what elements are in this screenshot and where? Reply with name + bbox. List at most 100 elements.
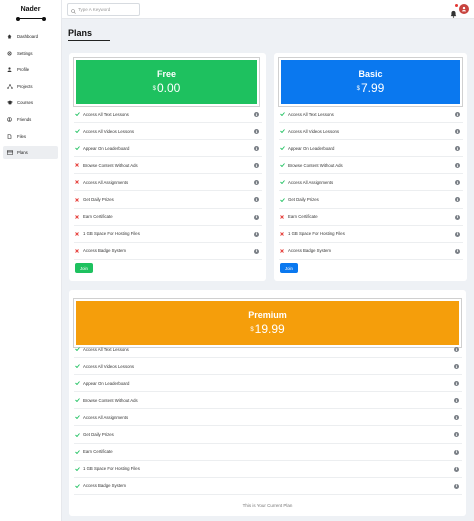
feature-row: Access Badge System i [74,478,462,495]
info-icon[interactable]: i [254,163,259,169]
feature-row: Browse Content Without Ads i [74,392,462,410]
info-icon[interactable]: i [454,381,459,387]
graduation-cap-icon [7,100,15,105]
info-icon[interactable]: i [254,197,259,203]
feature-row: 1 GB Space For Hosting Files i [74,226,262,243]
feature-label: Get Daily Prizes [288,197,319,203]
feature-label: Browse Content Without Ads [83,397,138,403]
info-icon[interactable]: i [454,347,459,352]
sidebar-item-profile[interactable]: Profile [3,63,58,76]
sidebar-item-label: Profile [17,67,30,73]
info-icon[interactable]: i [254,129,259,135]
cross-icon [75,180,83,185]
info-icon[interactable]: i [455,231,460,237]
feature-label: 1 GB Space For Hosting Files [83,231,140,237]
sidebar-item-label: Projects [17,83,33,89]
info-icon[interactable]: i [454,483,459,489]
feature-row: Appear On Leaderboard i [74,140,262,158]
feature-row: Get Daily Prizes i [74,426,462,444]
info-icon[interactable]: i [254,231,259,237]
info-icon[interactable]: i [455,197,460,203]
info-icon[interactable]: i [454,466,459,472]
feature-label: Access All Assignments [288,179,334,185]
sidebar-nav: Dashboard Settings Profile Projects Cour… [0,30,61,160]
info-icon[interactable]: i [454,415,459,421]
info-icon[interactable]: i [454,398,459,404]
info-icon[interactable]: i [455,129,460,135]
info-icon[interactable]: i [455,112,460,117]
check-icon [280,163,288,168]
feature-label: Earn Certificate [288,214,318,220]
feature-label: Access Badge System [288,248,331,254]
info-icon[interactable]: i [254,180,259,186]
sidebar-item-courses[interactable]: Courses [3,96,58,109]
info-icon[interactable]: i [454,432,459,438]
plan-price: $19.99 [250,322,284,337]
feature-label: Access All Text Lessons [83,111,129,117]
join-free-button[interactable]: Join [75,263,93,273]
cross-icon [75,248,83,253]
feature-row: Browse Content Without Ads i [74,157,262,175]
check-icon [75,129,83,134]
user-icon [7,67,15,73]
info-icon[interactable]: i [254,146,259,152]
plan-price: $7.99 [357,81,385,96]
currency-symbol: $ [152,85,156,92]
avatar[interactable] [459,4,469,14]
info-icon[interactable]: i [455,146,460,152]
feature-label: Access All Videos Lessons [83,363,135,369]
feature-label: Access All Assignments [83,179,129,185]
info-icon[interactable]: i [254,112,259,117]
join-basic-button[interactable]: Join [280,263,298,273]
check-icon [75,466,83,471]
check-icon [280,180,288,185]
info-icon[interactable]: i [455,214,460,220]
sidebar-item-label: Dashboard [17,34,39,39]
feature-row: Earn Certificate i [74,209,262,226]
info-icon[interactable]: i [455,163,460,169]
sidebar-item-friends[interactable]: Friends [3,113,58,126]
info-icon[interactable]: i [454,364,459,370]
feature-row: 1 GB Space For Hosting Files i [279,226,463,243]
sidebar-item-plans[interactable]: Plans [3,146,58,160]
feature-label: Access All Videos Lessons [83,128,135,134]
info-icon[interactable]: i [454,449,459,455]
check-icon [75,484,83,488]
sidebar-item-files[interactable]: Files [3,130,58,143]
sidebar-item-dashboard[interactable]: Dashboard [3,30,58,43]
sidebar-item-settings[interactable]: Settings [3,47,58,60]
plan-card-free: Free $0.00 Access All Text Lessons i Acce… [69,53,266,281]
page-title: Plans [68,28,93,38]
friends-icon [7,117,15,122]
cross-icon [280,231,288,236]
info-icon[interactable]: i [254,248,259,254]
search-input[interactable] [78,7,138,12]
file-icon [7,133,15,139]
feature-row: Access All Assignments i [74,174,262,192]
feature-list: Access All Text Lessons i Access All Vide… [74,341,462,495]
check-icon [75,415,83,420]
feature-list: Access All Text Lessons i Access All Vide… [279,106,463,260]
sidebar-item-label: Files [17,133,27,139]
check-icon [75,146,83,151]
cross-icon [280,214,288,219]
feature-row: Access All Videos Lessons i [74,358,462,376]
info-icon[interactable]: i [455,248,460,254]
bell-icon[interactable] [450,4,458,23]
info-icon[interactable]: i [455,180,460,186]
sidebar-item-label: Settings [17,50,33,56]
plan-name: Free [156,68,176,79]
feature-label: Appear On Leaderboard [83,380,130,386]
info-icon[interactable]: i [254,214,259,220]
cross-icon [75,231,83,236]
feature-row: Access All Assignments i [74,409,462,427]
plan-header-free: Free $0.00 [73,57,260,107]
sidebar-item-label: Plans [17,150,28,156]
gear-icon [7,51,15,56]
check-icon [75,449,83,454]
sidebar-item-projects[interactable]: Projects [3,80,58,93]
feature-label: 1 GB Space For Hosting Files [83,466,140,472]
search-box[interactable] [67,3,140,16]
feature-row: Access All Videos Lessons i [279,123,463,141]
plan-header-premium: Premium $19.99 [73,298,462,348]
